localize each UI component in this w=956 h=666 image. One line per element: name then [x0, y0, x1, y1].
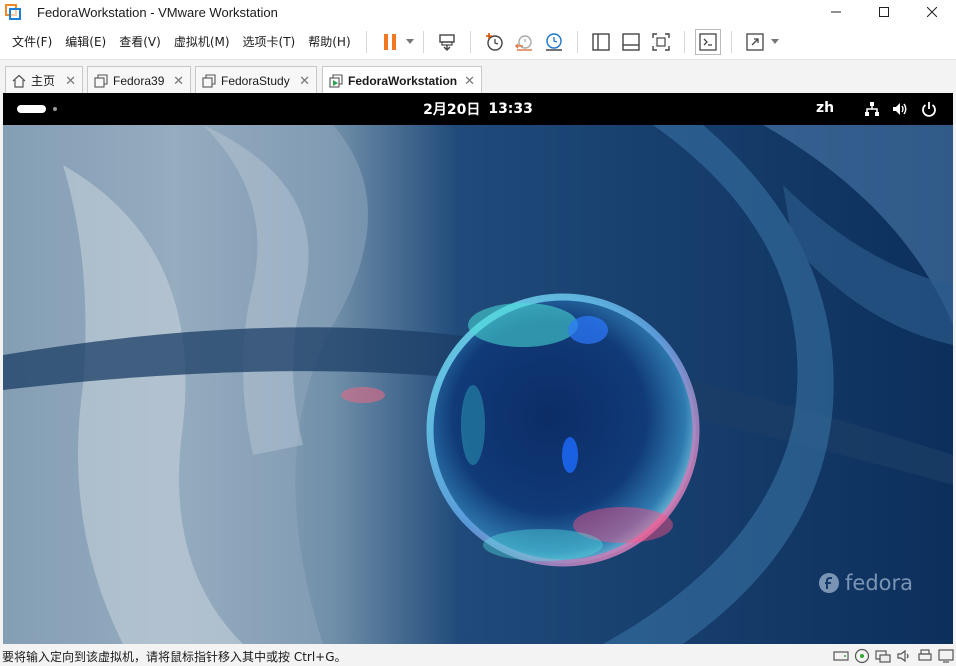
window-title: FedoraWorkstation - VMware Workstation [37, 4, 278, 20]
gnome-top-bar: 2月20日 13:33 zh [3, 93, 953, 125]
fullscreen-icon [745, 32, 764, 51]
vm-running-icon [329, 74, 343, 88]
menu-file[interactable]: 文件(F) [6, 24, 59, 60]
revert-snapshot-icon [514, 34, 532, 51]
tab-bar: 主页 ✕ Fedora39 ✕ FedoraStudy ✕ FedoraWork… [0, 62, 956, 95]
power-dropdown-button[interactable] [405, 29, 415, 55]
clock-date: 2月20日 [423, 102, 481, 118]
printer-icon[interactable] [917, 648, 933, 664]
tab-fedoraworkstation[interactable]: FedoraWorkstation ✕ [322, 66, 482, 95]
tab-close-icon[interactable]: ✕ [65, 73, 76, 89]
display-icon[interactable] [938, 648, 954, 664]
network-wired-icon[interactable] [864, 101, 880, 117]
tab-home[interactable]: 主页 ✕ [5, 66, 83, 94]
fedora-wordmark: fedora [845, 571, 913, 595]
menu-vm[interactable]: 虚拟机(M) [168, 24, 237, 60]
menu-edit[interactable]: 编辑(E) [59, 24, 113, 60]
menu-tabs[interactable]: 选项卡(T) [237, 24, 303, 60]
toolbar-separator [576, 30, 578, 53]
tab-fedora39[interactable]: Fedora39 ✕ [87, 66, 191, 94]
volume-icon[interactable] [892, 101, 908, 117]
home-icon [12, 74, 26, 88]
minimize-button[interactable] [812, 0, 860, 24]
vm-icon [94, 73, 108, 88]
toolbar-separator [469, 30, 471, 53]
tab-label: FedoraWorkstation [348, 74, 458, 88]
sound-icon[interactable] [896, 648, 912, 664]
vm-display[interactable]: 2月20日 13:33 zh fedora [3, 93, 953, 644]
show-library-icon [591, 32, 610, 51]
cd-icon[interactable] [854, 648, 870, 664]
thumbnail-bar-button[interactable] [618, 29, 644, 55]
fit-guest-button[interactable] [648, 29, 674, 55]
chevron-down-icon [770, 39, 779, 44]
status-bar: 要将输入定向到该虚拟机，请将鼠标指针移入其中或按 Ctrl+G。 [0, 646, 956, 666]
pause-icon [383, 33, 396, 50]
input-method-indicator[interactable]: zh [816, 100, 834, 116]
tab-close-icon[interactable]: ✕ [464, 73, 475, 89]
vm-icon [202, 73, 216, 88]
menu-view[interactable]: 查看(V) [113, 24, 168, 60]
snapshot-manager-button[interactable] [541, 29, 567, 55]
close-button[interactable] [908, 0, 956, 24]
hdd-icon[interactable] [833, 648, 849, 664]
console-view-button[interactable] [694, 28, 721, 55]
vmware-window: FedoraWorkstation - VMware Workstation 文… [0, 0, 956, 666]
status-message: 要将输入定向到该虚拟机，请将鼠标指针移入其中或按 Ctrl+G。 [2, 649, 347, 664]
fedora-watermark: fedora [818, 571, 913, 595]
tab-label: Fedora39 [113, 73, 165, 88]
revert-snapshot-button[interactable] [511, 29, 537, 55]
tab-fedorastudy[interactable]: FedoraStudy ✕ [195, 66, 317, 94]
console-view-icon [698, 32, 717, 51]
snapshot-manager-icon [545, 32, 562, 51]
chevron-down-icon [405, 39, 414, 44]
power-icon[interactable] [921, 101, 937, 117]
network-icon[interactable] [875, 648, 891, 664]
snapshot-icon [485, 32, 503, 51]
tab-label: FedoraStudy [221, 73, 290, 88]
send-keys-icon [438, 33, 455, 51]
toolbar-separator [730, 30, 732, 53]
title-bar: FedoraWorkstation - VMware Workstation [0, 0, 956, 24]
clock-time: 13:33 [488, 101, 533, 117]
tab-close-icon[interactable]: ✕ [299, 73, 310, 89]
menu-help[interactable]: 帮助(H) [302, 24, 357, 60]
fit-guest-icon [651, 32, 670, 51]
toolbar-separator [365, 30, 367, 53]
fedora-logo-icon [819, 573, 839, 593]
thumbnail-bar-icon [621, 32, 640, 51]
tab-close-icon[interactable]: ✕ [173, 73, 184, 89]
take-snapshot-button[interactable] [481, 29, 507, 55]
vmware-app-icon[interactable] [5, 4, 21, 20]
send-ctrl-alt-del-button[interactable] [434, 29, 460, 55]
menu-toolbar: 文件(F) 编辑(E) 查看(V) 虚拟机(M) 选项卡(T) 帮助(H) [0, 24, 956, 60]
toolbar-separator [422, 30, 424, 53]
toolbar-separator [683, 30, 685, 53]
window-controls [812, 0, 956, 24]
fullscreen-dropdown-button[interactable] [770, 29, 780, 55]
tab-label: 主页 [31, 74, 56, 88]
pause-button[interactable] [377, 29, 403, 55]
device-status-icons [828, 648, 954, 664]
clock[interactable]: 2月20日 13:33 [3, 93, 953, 125]
fullscreen-button[interactable] [742, 29, 768, 55]
desktop-wallpaper [3, 125, 953, 644]
show-library-button[interactable] [588, 29, 614, 55]
maximize-button[interactable] [860, 0, 908, 24]
